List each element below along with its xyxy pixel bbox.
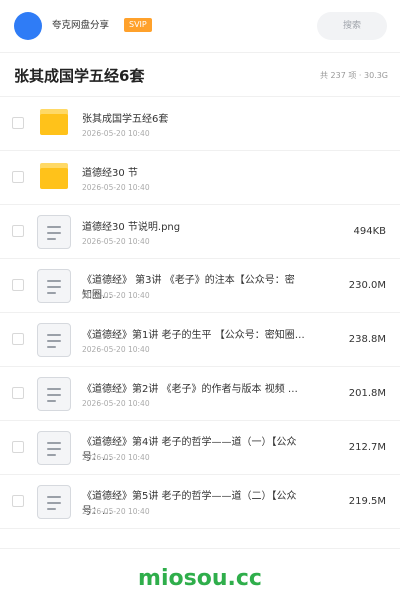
list-item[interactable]: 道德经30 节说明.png 2026-05-20 10:40 494KB — [0, 205, 400, 259]
list-item[interactable]: 《道德经》第1讲 老子的生平 【公众号：密知圈… 2026-05-20 10:4… — [0, 313, 400, 367]
file-date: 2026-05-20 10:40 — [82, 453, 150, 462]
list-item[interactable]: 张其成国学五经6套 2026-05-20 10:40 — [0, 97, 400, 151]
select-checkbox[interactable] — [12, 279, 24, 291]
folder-icon — [40, 163, 68, 189]
document-icon — [37, 269, 71, 303]
select-checkbox[interactable] — [12, 333, 24, 345]
file-size: 201.8M — [348, 388, 386, 399]
list-item[interactable]: 《道德经》第4讲 老子的哲学——道（一）【公众号：… 2026-05-20 10… — [0, 421, 400, 475]
file-date: 2026-05-20 10:40 — [82, 507, 150, 516]
list-item[interactable]: 《道德经》第2讲 《老子》的作者与版本 视频 … 2026-05-20 10:4… — [0, 367, 400, 421]
document-icon — [37, 431, 71, 465]
file-date: 2026-05-20 10:40 — [82, 399, 150, 408]
file-name: 《道德经》第2讲 《老子》的作者与版本 视频 … — [82, 384, 298, 395]
select-checkbox[interactable] — [12, 117, 24, 129]
file-size: 212.7M — [348, 442, 386, 453]
brand-name: 夸克网盘分享 — [52, 20, 110, 31]
select-checkbox[interactable] — [12, 387, 24, 399]
app-header: 夸克网盘分享 SVIP 搜索 — [0, 0, 400, 53]
file-size: 219.5M — [348, 496, 386, 507]
file-name: 《道德经》第1讲 老子的生平 【公众号：密知圈… — [82, 330, 305, 341]
file-size: 230.0M — [348, 280, 386, 291]
document-icon — [37, 323, 71, 357]
document-icon — [37, 377, 71, 411]
list-item[interactable]: 《道德经》 第3讲 《老子》的注本【公众号：密知圈… 2026-05-20 10… — [0, 259, 400, 313]
search-input[interactable]: 搜索 — [317, 12, 387, 40]
file-date: 2026-05-20 10:40 — [82, 183, 150, 192]
file-name: 张其成国学五经6套 — [82, 114, 169, 125]
file-size: 494KB — [353, 226, 386, 237]
watermark: miosou.cc — [138, 566, 262, 591]
file-name: 道德经30 节说明.png — [82, 222, 181, 233]
folder-icon — [40, 109, 68, 135]
file-size: 238.8M — [348, 334, 386, 345]
select-checkbox[interactable] — [12, 225, 24, 237]
folder-stats: 共 237 项 · 30.3G — [320, 71, 388, 80]
list-item[interactable]: 道德经30 节 2026-05-20 10:40 — [0, 151, 400, 205]
file-date: 2026-05-20 10:40 — [82, 129, 150, 138]
select-checkbox[interactable] — [12, 495, 24, 507]
file-date: 2026-05-20 10:40 — [82, 291, 150, 300]
file-date: 2026-05-20 10:40 — [82, 345, 150, 354]
avatar[interactable] — [14, 12, 42, 40]
document-icon — [37, 485, 71, 519]
file-date: 2026-05-20 10:40 — [82, 237, 150, 246]
footer: miosou.cc — [0, 548, 400, 601]
file-name: 道德经30 节 — [82, 168, 138, 179]
page-title: 张其成国学五经6套 — [14, 67, 145, 85]
select-checkbox[interactable] — [12, 441, 24, 453]
svip-badge: SVIP — [124, 18, 152, 32]
document-icon — [37, 215, 71, 249]
list-item[interactable]: 《道德经》第5讲 老子的哲学——道（二）【公众号：… 2026-05-20 10… — [0, 475, 400, 529]
file-list: 张其成国学五经6套 2026-05-20 10:40 道德经30 节 2026-… — [0, 97, 400, 529]
select-checkbox[interactable] — [12, 171, 24, 183]
